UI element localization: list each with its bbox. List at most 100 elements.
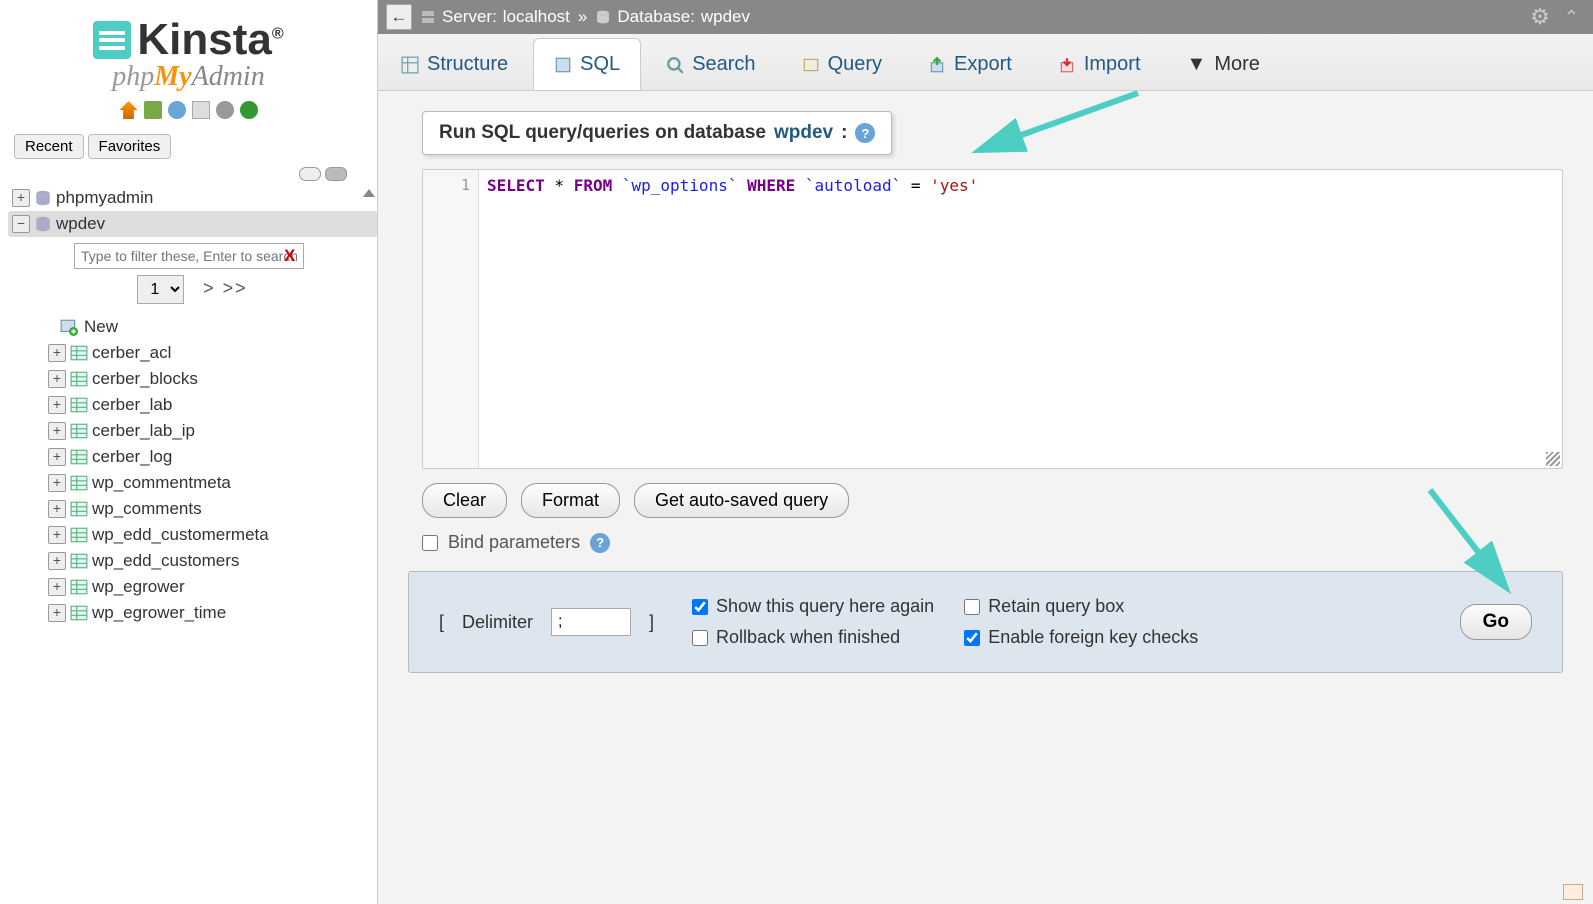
annotation-arrow-query [968,91,1148,167]
docs-icon[interactable] [168,101,186,119]
clear-filter-icon[interactable]: X [284,246,295,266]
tree-table-wp_comments[interactable]: +wp_comments [8,496,377,522]
rollback-option[interactable]: Rollback when finished [692,627,934,648]
code-string: 'yes' [930,176,978,195]
clear-button[interactable]: Clear [422,483,507,518]
table-icon [70,370,88,388]
tree-db-phpmyadmin[interactable]: + phpmyadmin [8,185,377,211]
format-button[interactable]: Format [521,483,620,518]
show-again-option[interactable]: Show this query here again [692,596,934,617]
kinsta-logo: Kinsta® [10,15,367,65]
expand-icon[interactable]: + [48,604,66,622]
tree-db-wpdev[interactable]: − wpdev [8,211,377,237]
expand-icon[interactable]: + [48,370,66,388]
table-filter-input[interactable] [74,243,304,269]
expand-icon[interactable]: + [48,552,66,570]
expand-icon[interactable]: + [48,422,66,440]
breadcrumb-server[interactable]: Server: localhost [420,7,570,27]
expand-icon[interactable]: + [48,344,66,362]
help-icon[interactable]: ? [590,533,610,553]
logout-icon[interactable] [144,101,162,119]
tab-export[interactable]: Export [907,38,1033,90]
rollback-checkbox[interactable] [692,630,708,646]
tab-sql[interactable]: SQL [533,38,641,90]
expand-icon[interactable]: + [48,578,66,596]
tab-query[interactable]: Query [781,38,903,90]
tree-table-wp_egrower[interactable]: + wp_egrower [8,574,377,600]
tree-table-wp_edd_customers[interactable]: +wp_edd_customers [8,548,377,574]
sidebar: Kinsta® phpMyAdmin Recent Favorites [0,0,378,904]
settings-icon[interactable] [216,101,234,119]
table-icon [70,552,88,570]
retain-checkbox[interactable] [964,599,980,615]
phpmyadmin-logo: phpMyAdmin [10,61,367,93]
panel-title: Run SQL query/queries on database wpdev … [422,111,892,155]
tree-table-cerber_acl[interactable]: + cerber_acl [8,340,377,366]
tab-import[interactable]: Import [1037,38,1162,90]
expand-icon[interactable]: + [48,448,66,466]
expand-icon[interactable]: + [48,474,66,492]
home-icon[interactable] [120,101,138,119]
go-button[interactable]: Go [1460,604,1532,640]
reload-icon[interactable] [240,101,258,119]
expand-icon[interactable]: + [48,396,66,414]
scroll-up-icon[interactable] [363,189,375,197]
main: ← Server: localhost » Database: wpdev ⚙ … [378,0,1593,904]
link-icon[interactable] [325,167,347,181]
panel-title-suffix: : [841,122,847,144]
tab-more-label: More [1214,53,1260,76]
resize-handle[interactable] [1546,452,1560,466]
retain-option[interactable]: Retain query box [964,596,1198,617]
fk-checkbox[interactable] [964,630,980,646]
editor-code[interactable]: SELECT * FROM `wp_options` WHERE `autolo… [479,170,1562,468]
collapse-icon[interactable]: − [12,215,30,233]
autosaved-button[interactable]: Get auto-saved query [634,483,849,518]
tree-table-wp_commentmeta[interactable]: +wp_commentmeta [8,470,377,496]
new-table-link[interactable]: New [60,314,377,340]
tree-table-cerber_lab[interactable]: +cerber_lab [8,392,377,418]
recent-button[interactable]: Recent [14,134,84,159]
table-label: cerber_acl [92,343,171,363]
table-label: wp_egrower [92,577,185,597]
tree-table-cerber_blocks[interactable]: + cerber_blocks [8,366,377,392]
tree-table-cerber_lab_ip[interactable]: + cerber_lab_ip [8,418,377,444]
tab-search[interactable]: Search [645,38,776,90]
table-label: cerber_lab_ip [92,421,195,441]
table-label: cerber_blocks [92,369,198,389]
bind-parameters-checkbox[interactable] [422,535,438,551]
console-toggle[interactable] [1563,884,1583,900]
back-button[interactable]: ← [386,4,412,30]
tree-table-wp_egrower_time[interactable]: +wp_egrower_time [8,600,377,626]
tree-db-label: phpmyadmin [56,188,153,208]
collapse-top-icon[interactable]: ⌃ [1564,7,1579,28]
sql-editor[interactable]: 1 SELECT * FROM `wp_options` WHERE `auto… [422,169,1563,469]
code-identifier: `wp_options` [612,176,747,195]
show-again-checkbox[interactable] [692,599,708,615]
table-label: wp_edd_customermeta [92,525,269,545]
help-icon[interactable]: ? [855,123,875,143]
expand-icon[interactable]: + [48,500,66,518]
tab-structure-label: Structure [427,53,508,76]
gear-icon[interactable]: ⚙ [1530,4,1550,30]
page-select[interactable]: 1 [137,275,184,304]
logo-area: Kinsta® phpMyAdmin [0,0,377,132]
delimiter-input[interactable] [551,608,631,636]
expand-icon[interactable]: + [48,526,66,544]
kinsta-icon [93,21,131,59]
db-tree[interactable]: + phpmyadmin − wpdev X 1 > >> [0,185,377,904]
pager-next[interactable]: > >> [203,278,248,298]
expand-icon[interactable]: + [12,189,30,207]
favorites-button[interactable]: Favorites [88,134,172,159]
panel-title-db: wpdev [774,122,833,144]
tab-structure[interactable]: Structure [380,38,529,90]
tree-table-wp_edd_customermeta[interactable]: + wp_edd_customermeta [8,522,377,548]
collapse-all-icon[interactable] [299,167,321,181]
tab-more[interactable]: ▼ More [1166,38,1281,90]
fk-option[interactable]: Enable foreign key checks [964,627,1198,648]
breadcrumb-database[interactable]: Database: wpdev [595,7,750,27]
footer-options: Show this query here again Retain query … [692,596,1198,648]
delimiter-bracket-open: [ [439,612,444,633]
sql-docs-icon[interactable] [192,101,210,119]
tree-table-cerber_log[interactable]: +cerber_log [8,444,377,470]
code-op: * [545,176,574,195]
